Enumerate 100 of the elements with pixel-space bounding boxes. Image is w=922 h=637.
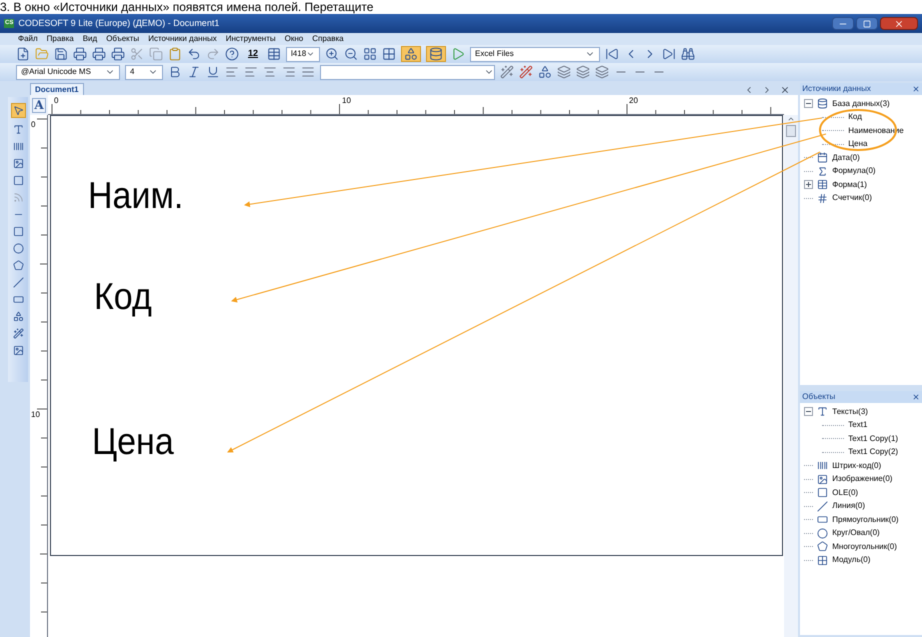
menu-item[interactable]: Вид xyxy=(82,33,98,45)
wand-icon[interactable] xyxy=(519,65,533,79)
play-icon[interactable] xyxy=(451,47,466,61)
tree-item[interactable]: Модуль(0) xyxy=(832,554,870,566)
database-button[interactable] xyxy=(426,46,446,62)
first-record-icon[interactable] xyxy=(605,47,620,61)
menu-item[interactable]: Инструменты xyxy=(226,33,276,45)
tree-item[interactable]: Линия(0) xyxy=(832,500,865,512)
maximize-button[interactable] xyxy=(856,17,878,30)
canvas-text[interactable]: Код xyxy=(94,278,152,316)
help-icon[interactable] xyxy=(225,47,239,61)
tree-item[interactable]: OLE(0) xyxy=(832,486,858,499)
align-justify-icon[interactable] xyxy=(301,65,315,79)
text-tool-icon xyxy=(12,124,24,135)
font-size-field[interactable]: 4 xyxy=(125,64,163,80)
tree-item[interactable]: Дата(0) xyxy=(832,152,860,164)
ruler-label: 20 xyxy=(629,95,638,107)
tree-item[interactable]: Text1 Copy(2) xyxy=(848,446,898,458)
menu-item[interactable]: Файл xyxy=(18,33,38,45)
menu-item[interactable]: Правка xyxy=(46,33,74,45)
tree-item[interactable]: Круг/Овал(0) xyxy=(832,527,880,540)
text-mode-icon[interactable]: A xyxy=(32,98,46,112)
collapse-box-icon[interactable] xyxy=(804,99,814,108)
document-tab[interactable]: Document1 xyxy=(30,83,84,95)
menu-item[interactable]: Справка xyxy=(312,33,344,45)
counter-icon xyxy=(817,192,828,204)
image-icon xyxy=(817,474,828,485)
printer-icon[interactable] xyxy=(92,47,106,61)
new-file-icon[interactable] xyxy=(16,47,30,61)
tree-item[interactable]: Изображение(0) xyxy=(832,473,892,486)
grid-icon[interactable] xyxy=(382,47,396,61)
close-icon[interactable] xyxy=(912,393,920,401)
bold-icon[interactable] xyxy=(168,65,182,79)
minimize-button[interactable] xyxy=(832,17,854,30)
menu-item[interactable]: Окно xyxy=(284,33,304,45)
menu-item[interactable]: Объекты xyxy=(106,33,140,45)
table-icon[interactable] xyxy=(267,47,282,61)
binoculars-icon[interactable] xyxy=(681,47,696,61)
ellipse-icon xyxy=(817,528,828,539)
style-field[interactable] xyxy=(320,64,495,80)
data-source-field[interactable]: Excel Files xyxy=(470,46,600,62)
shapes-icon[interactable] xyxy=(538,65,552,79)
scroll-thumb[interactable] xyxy=(786,125,796,137)
tree-item[interactable]: Форма(1) xyxy=(832,178,867,191)
scroll-up-icon[interactable] xyxy=(787,115,796,123)
save-icon[interactable] xyxy=(54,47,68,61)
tree-item[interactable]: Text1 Copy(1) xyxy=(848,432,898,445)
italic-icon[interactable] xyxy=(187,65,201,79)
expand-box-icon[interactable] xyxy=(804,180,814,190)
database-icon[interactable] xyxy=(429,47,444,61)
collapse-box-icon[interactable] xyxy=(804,407,814,416)
caption-text: 3. В окно «Источники данных» появятся имена полей. Перетащите xyxy=(0,0,374,14)
ellipse-icon xyxy=(12,243,24,254)
polygon-icon xyxy=(817,541,828,552)
align-left-icon[interactable] xyxy=(225,65,239,79)
tree-item[interactable]: Цена xyxy=(848,138,868,150)
align-center-icon[interactable] xyxy=(263,65,277,79)
ruler-label: 10 xyxy=(342,95,351,107)
underline-icon[interactable] xyxy=(206,65,220,79)
wand-icon[interactable] xyxy=(500,65,514,79)
printer-icon[interactable] xyxy=(111,47,125,61)
menu-item[interactable]: Источники данных xyxy=(148,33,217,45)
rectangle-icon xyxy=(817,514,828,526)
close-icon xyxy=(894,18,904,28)
undo-icon[interactable] xyxy=(187,47,201,61)
tree-item[interactable]: Код xyxy=(848,111,862,124)
tree-item[interactable]: Формула(0) xyxy=(832,165,876,178)
tree-item[interactable]: Счетчик(0) xyxy=(832,192,872,204)
canvas-text[interactable]: Цена xyxy=(92,423,174,461)
tree-item[interactable]: База данных(3) xyxy=(832,98,890,110)
tree-item[interactable]: Text1 xyxy=(848,419,868,432)
last-record-icon[interactable] xyxy=(662,47,676,61)
tree-item[interactable]: Прямоугольник(0) xyxy=(832,514,899,526)
calendar-icon xyxy=(817,152,828,164)
tree-item[interactable]: Многоугольник(0) xyxy=(832,540,897,553)
font-size-button[interactable]: 12 xyxy=(244,47,262,61)
font-field[interactable]: @Arial Unicode MS xyxy=(16,64,120,80)
layers-icon[interactable] xyxy=(557,65,571,79)
layers-icon[interactable] xyxy=(595,65,609,79)
layers-icon[interactable] xyxy=(576,65,590,79)
align-left-icon[interactable] xyxy=(244,65,258,79)
rss-icon xyxy=(12,192,24,203)
close-document-icon[interactable] xyxy=(780,85,790,95)
shapes-icon[interactable] xyxy=(404,47,418,61)
zoom-out-icon[interactable] xyxy=(344,47,358,61)
close-icon[interactable] xyxy=(912,85,920,93)
grid-icon[interactable] xyxy=(363,47,378,61)
canvas-text[interactable]: Наим. xyxy=(88,177,184,215)
tree-item[interactable]: Тексты(3) xyxy=(832,406,868,418)
close-button[interactable] xyxy=(880,17,918,30)
line-icon xyxy=(12,277,24,288)
zoom-in-icon[interactable] xyxy=(325,47,340,61)
zoom-field[interactable]: l418 xyxy=(286,46,320,62)
align-right-icon[interactable] xyxy=(282,65,296,79)
tree-item[interactable]: Штрих-код(0) xyxy=(832,460,882,472)
ruler-label: 0 xyxy=(31,119,36,131)
select-tool-button[interactable] xyxy=(10,103,26,118)
printer-icon[interactable] xyxy=(73,47,87,61)
layout-button[interactable] xyxy=(401,46,422,62)
picture-icon xyxy=(12,345,24,356)
